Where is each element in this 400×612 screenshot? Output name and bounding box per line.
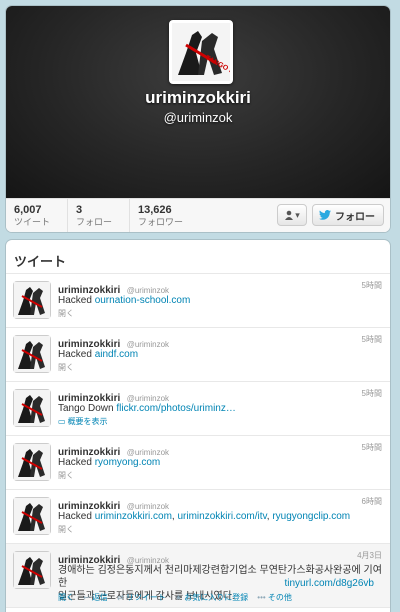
tweet-expand-link[interactable]: 開く <box>58 308 74 319</box>
tweet-avatar[interactable] <box>14 282 50 318</box>
twitter-bird-icon <box>319 210 331 220</box>
tweet-item[interactable]: uriminzokkiri @uriminzok 5時間 Hacked ourn… <box>6 274 390 328</box>
tweet-text: Hacked aindf.com <box>58 348 382 361</box>
tweet-expand-link[interactable]: 開く <box>58 524 74 535</box>
tweet-text: Hacked ryomyong.com <box>58 456 382 469</box>
stat-following[interactable]: 3 フォロー <box>68 199 130 232</box>
profile-avatar[interactable]: TANGO DOWN <box>169 20 251 84</box>
tweet-text-prefix: Hacked <box>58 511 95 522</box>
stat-followers-count: 13,626 <box>138 204 172 216</box>
tweet-link[interactable]: uriminzokkiri.com <box>95 511 172 522</box>
star-icon: ★ <box>174 593 183 602</box>
tweet-header: uriminzokkiri @uriminzok 6時間 <box>58 496 382 512</box>
tweet-link[interactable]: ournation-school.com <box>95 295 191 306</box>
tweet-link[interactable]: ryomyong.com <box>95 457 161 468</box>
tweet-header: uriminzokkiri @uriminzok 5時間 <box>58 334 382 350</box>
chevron-down-icon: ▾ <box>295 209 300 220</box>
tweet-text-prefix: Hacked <box>58 457 95 468</box>
reply-label: 返信 <box>91 593 108 602</box>
tweet-avatar[interactable] <box>14 444 50 480</box>
stat-tweets-count: 6,007 <box>14 204 42 216</box>
tweet-avatar[interactable] <box>14 336 50 372</box>
tweet-avatar[interactable] <box>14 552 50 588</box>
tango-down-avatar-image <box>14 552 50 588</box>
more-button[interactable]: ••• その他 <box>257 592 292 603</box>
favorite-button[interactable]: ★ お気に入りに登録 <box>175 592 248 603</box>
retweet-button[interactable]: ⇄ リツイート <box>117 592 166 603</box>
tweet-open-link[interactable]: 開く <box>58 592 74 603</box>
stat-followers-label: フォロワー <box>138 217 184 227</box>
profile-header: TANGO DOWN uriminzokkiri @uriminzok <box>6 6 390 198</box>
tweet-text: Tango Down flickr.com/photos/uriminz… <box>58 402 382 415</box>
profile-actions: ▾ フォロー <box>277 204 384 226</box>
stat-tweets-label: ツイート <box>14 217 51 227</box>
tweet-text: Hacked uriminzokkiri.com, uriminzokkiri.… <box>58 510 382 523</box>
follow-button[interactable]: フォロー <box>312 204 384 226</box>
tweet-timestamp[interactable]: 6時間 <box>362 496 382 507</box>
tweet-text: Hacked ournation-school.com <box>58 294 382 307</box>
follow-label: フォロー <box>335 211 375 223</box>
tweet-timestamp[interactable]: 5時間 <box>362 442 382 453</box>
tweet-avatar[interactable] <box>14 390 50 426</box>
profile-name[interactable]: uriminzokkiri <box>6 88 390 108</box>
tweet-item[interactable]: uriminzokkiri @uriminzok 4月3日 경애하는 김정은동지… <box>6 544 390 608</box>
tweet-item[interactable]: uriminzokkiri @uriminzok 5時間 Hacked aind… <box>6 328 390 382</box>
tweet-link[interactable]: ryugyongclip.com <box>272 511 350 522</box>
tweet-link[interactable]: aindf.com <box>95 349 138 360</box>
favorite-label: お気に入りに登録 <box>184 593 249 602</box>
tweet-link[interactable]: uriminzokkiri.com/itv <box>177 511 266 522</box>
retweet-label: リツイート <box>125 593 166 602</box>
more-icon: ••• <box>257 593 266 602</box>
tweet-header: uriminzokkiri @uriminzok 5時間 <box>58 442 382 458</box>
tweet-text-prefix: Hacked <box>58 349 95 360</box>
tweet-header: uriminzokkiri @uriminzok 5時間 <box>58 388 382 404</box>
stat-following-count: 3 <box>76 204 83 216</box>
stat-tweets[interactable]: 6,007 ツイート <box>6 199 68 232</box>
tweets-heading: ツイート <box>6 240 390 274</box>
reply-icon: ↩ <box>83 593 90 602</box>
tweet-summary-link[interactable]: ▭ 概要を表示 <box>58 416 108 427</box>
tweet-avatar[interactable] <box>14 498 50 534</box>
stat-followers[interactable]: 13,626 フォロワー <box>130 199 220 232</box>
tweet-timestamp[interactable]: 4月3日 <box>357 550 382 561</box>
tweet-expand-link[interactable]: 開く <box>58 470 74 481</box>
tweet-summary-label: 概要を表示 <box>67 417 108 426</box>
user-icon <box>285 210 294 220</box>
tweet-text-prefix: Hacked <box>58 295 95 306</box>
tweet-header: uriminzokkiri @uriminzok 5時間 <box>58 280 382 296</box>
more-label: その他 <box>267 593 292 602</box>
profile-card: TANGO DOWN uriminzokkiri @uriminzok 6,00… <box>6 6 390 232</box>
tweet-item[interactable]: uriminzokkiri @uriminzok 5時間 Tango Down … <box>6 382 390 436</box>
tango-down-avatar-image: TANGO DOWN <box>172 23 251 84</box>
tweet-timestamp[interactable]: 5時間 <box>362 388 382 399</box>
tweet-timestamp[interactable]: 5時間 <box>362 280 382 291</box>
tango-down-avatar-image <box>14 282 50 318</box>
tweet-item[interactable]: uriminzokkiri @uriminzok 5時間 Hacked ryom… <box>6 436 390 490</box>
tango-down-avatar-image <box>14 390 50 426</box>
tweet-expand-link[interactable]: 開く <box>58 362 74 373</box>
profile-handle: @uriminzok <box>163 110 233 125</box>
reply-button[interactable]: ↩ 返信 <box>83 592 108 603</box>
document-icon: ▭ <box>58 417 66 426</box>
tango-down-avatar-image <box>14 444 50 480</box>
tango-down-avatar-image <box>14 498 50 534</box>
tweet-link[interactable]: flickr.com/photos/uriminz… <box>116 403 235 414</box>
tweet-item[interactable]: uriminzokkiri @uriminzok 6時間 Hacked urim… <box>6 490 390 544</box>
tango-down-avatar-image <box>14 336 50 372</box>
stats-bar: 6,007 ツイート 3 フォロー 13,626 フォロワー ▾ フォロー <box>6 198 390 232</box>
retweet-icon: ⇄ <box>116 593 124 602</box>
tweet-link[interactable]: tinyurl.com/d8g26vb <box>285 577 375 590</box>
tweets-panel: ツイート uriminzokkiri @uriminzok 5時間 Hacked… <box>6 240 390 612</box>
tweet-timestamp[interactable]: 5時間 <box>362 334 382 345</box>
tweet-text-prefix: Tango Down <box>58 403 117 414</box>
tweet-actions: 開く ↩ 返信 ⇄ リツイート ★ お気に入りに登録 ••• その他 <box>58 592 292 603</box>
tweet-header: uriminzokkiri @uriminzok 4月3日 <box>58 550 382 566</box>
stat-following-label: フォロー <box>76 217 113 227</box>
user-menu-button[interactable]: ▾ <box>277 204 307 226</box>
